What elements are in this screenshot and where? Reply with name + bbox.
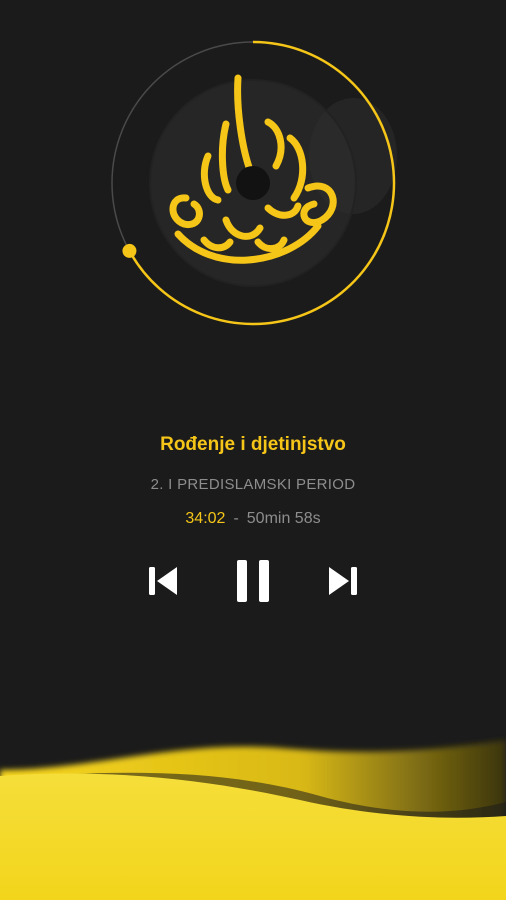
wave-decoration (0, 740, 506, 900)
track-title: Rođenje i djetinjstvo (160, 434, 346, 455)
skip-previous-icon (149, 567, 177, 595)
previous-button[interactable] (140, 556, 186, 606)
pause-icon (237, 560, 269, 602)
time-row: 34:02-50min 58s (0, 510, 506, 528)
album-artwork (108, 38, 398, 328)
next-button[interactable] (320, 556, 366, 606)
current-time: 34:02 (185, 510, 226, 527)
track-subtitle: 2. I PREDISLAMSKI PERIOD (150, 476, 356, 493)
artwork-disc (111, 40, 397, 326)
seek-thumb[interactable] (122, 243, 137, 258)
time-separator: - (233, 510, 239, 527)
skip-next-icon (329, 567, 357, 595)
pause-button[interactable] (228, 556, 278, 606)
total-time: 50min 58s (246, 510, 321, 527)
disc-center (236, 166, 270, 200)
